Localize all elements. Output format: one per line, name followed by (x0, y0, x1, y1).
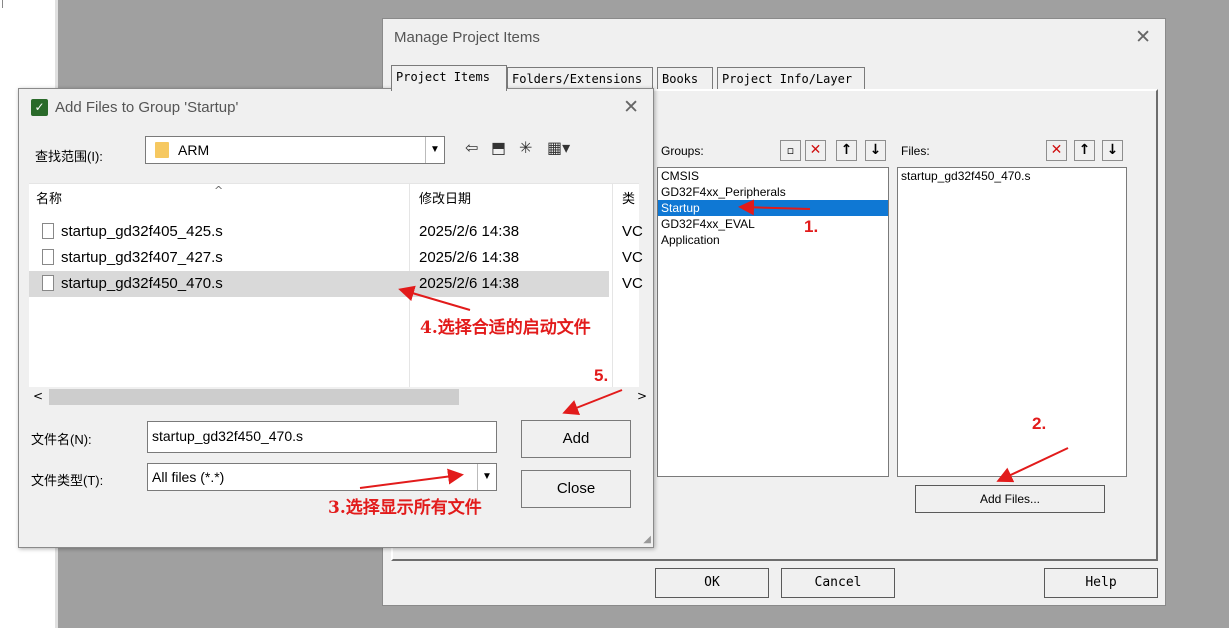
tab-books[interactable]: Books (657, 67, 713, 89)
file-down-icon[interactable]: ↓ (1102, 140, 1123, 161)
close-icon[interactable]: ✕ (623, 96, 639, 118)
horizontal-scrollbar[interactable]: < > (29, 387, 647, 407)
annotation-step1: 1. (804, 217, 819, 236)
file-type: VC (622, 223, 643, 240)
groups-list[interactable]: CMSIS GD32F4xx_Peripherals Startup GD32F… (657, 167, 889, 477)
file-row-selected[interactable]: startup_gd32f450_470.s 2025/2/6 14:38 VC (29, 271, 643, 297)
close-button[interactable]: Close (521, 470, 631, 508)
scroll-right-icon[interactable]: > (637, 389, 647, 403)
annotation-step4: 4.选择合适的启动文件 (420, 318, 591, 338)
move-up-icon[interactable]: ↑ (836, 140, 857, 161)
look-in-value: ARM (178, 142, 210, 158)
chevron-down-icon[interactable]: ▼ (425, 137, 444, 163)
sort-up-icon: ^ (214, 184, 224, 197)
filetype-value: All files (*.*) (152, 469, 225, 485)
list-item[interactable]: Application (658, 232, 888, 248)
look-in-label: 查找范围(I): (35, 149, 103, 164)
column-divider (612, 184, 613, 389)
file-icon (42, 223, 54, 239)
folder-icon (155, 142, 169, 158)
scroll-thumb[interactable] (49, 389, 459, 405)
file-row[interactable]: startup_gd32f405_425.s 2025/2/6 14:38 VC (29, 219, 643, 245)
cancel-button[interactable]: Cancel (781, 568, 895, 598)
list-item-selected[interactable]: Startup (658, 200, 888, 216)
new-folder-icon[interactable]: ✳ (519, 138, 532, 157)
list-item[interactable]: GD32F4xx_Peripherals (658, 184, 888, 200)
tab-folders-extensions[interactable]: Folders/Extensions (507, 67, 653, 89)
filetype-label: 文件类型(T): (31, 473, 104, 488)
tab-project-info-layer[interactable]: Project Info/Layer (717, 67, 865, 89)
chevron-down-icon[interactable]: ▼ (477, 464, 496, 490)
file-name: startup_gd32f405_425.s (61, 223, 223, 240)
file-list[interactable]: ^ 名称 修改日期 类 startup_gd32f405_425.s 2025/… (29, 183, 643, 389)
file-name: startup_gd32f450_470.s (61, 275, 223, 292)
dialog-title: Add Files to Group 'Startup' (55, 99, 239, 116)
annotation-step5: 5. (594, 366, 609, 385)
file-row[interactable]: startup_gd32f407_427.s 2025/2/6 14:38 VC (29, 245, 643, 271)
back-icon[interactable]: ⇦ (465, 138, 478, 157)
filename-label: 文件名(N): (31, 432, 92, 447)
ok-button[interactable]: OK (655, 568, 769, 598)
up-folder-icon[interactable]: ⬒ (491, 138, 506, 157)
look-in-select[interactable]: ARM ▼ (145, 136, 445, 164)
tab-project-items[interactable]: Project Items (391, 65, 507, 91)
resize-grip-icon[interactable]: ◢ (643, 534, 651, 545)
file-date: 2025/2/6 14:38 (419, 249, 520, 266)
keil-app-icon: ✓ (31, 99, 48, 116)
pane-marker (2, 0, 9, 8)
annotation-step3: 3.选择显示所有文件 (328, 498, 482, 518)
add-button[interactable]: Add (521, 420, 631, 458)
move-down-icon[interactable]: ↓ (865, 140, 886, 161)
filetype-select[interactable]: All files (*.*) ▼ (147, 463, 497, 491)
help-button[interactable]: Help (1044, 568, 1158, 598)
column-header-date[interactable]: 修改日期 (419, 184, 471, 216)
file-icon (42, 249, 54, 265)
annotation-step2: 2. (1032, 414, 1047, 433)
file-type: VC (622, 275, 643, 292)
list-item[interactable]: startup_gd32f450_470.s (898, 168, 1126, 184)
file-type: VC (622, 249, 643, 266)
column-header-type[interactable]: 类 (622, 184, 635, 216)
filename-input[interactable]: startup_gd32f450_470.s (147, 421, 497, 453)
file-name: startup_gd32f407_427.s (61, 249, 223, 266)
dialog-title: Manage Project Items (394, 29, 540, 46)
file-date: 2025/2/6 14:38 (419, 223, 520, 240)
delete-group-icon[interactable]: ✕ (805, 140, 826, 161)
groups-label: Groups: (661, 144, 704, 158)
scroll-left-icon[interactable]: < (33, 389, 43, 403)
delete-file-icon[interactable]: ✕ (1046, 140, 1067, 161)
column-header-name[interactable]: 名称 (36, 184, 62, 216)
file-date: 2025/2/6 14:38 (419, 275, 520, 292)
view-menu-icon[interactable]: ▦▾ (547, 138, 570, 157)
file-icon (42, 275, 54, 291)
list-item[interactable]: CMSIS (658, 168, 888, 184)
list-item[interactable]: GD32F4xx_EVAL (658, 216, 888, 232)
close-icon[interactable]: ✕ (1135, 26, 1151, 48)
add-files-button[interactable]: Add Files... (915, 485, 1105, 513)
file-up-icon[interactable]: ↑ (1074, 140, 1095, 161)
new-group-icon[interactable]: ▫ (780, 140, 801, 161)
files-list[interactable]: startup_gd32f450_470.s (897, 167, 1127, 477)
files-label: Files: (901, 144, 930, 158)
